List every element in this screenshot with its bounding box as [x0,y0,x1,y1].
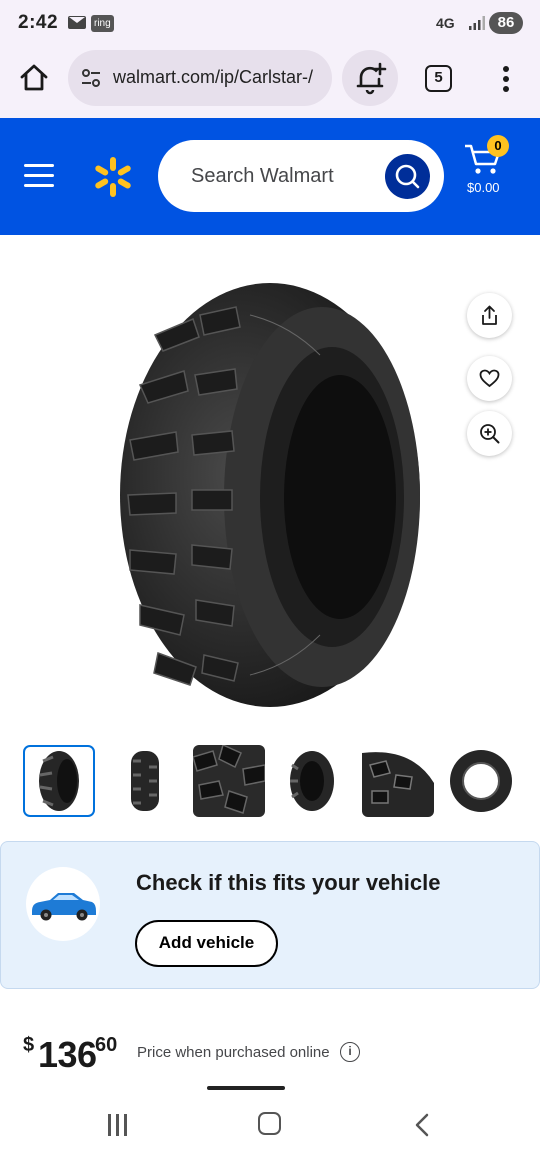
zoom-button[interactable] [467,411,512,456]
share-icon [482,305,497,325]
thumbnail-4[interactable] [278,745,350,817]
cart-count-badge: 0 [487,135,509,157]
vehicle-fitment-card: Check if this fits your vehicle Add vehi… [0,841,540,989]
browser-toolbar: walmart.com/ip/Carlstar-/ 5 [0,48,540,118]
share-button[interactable] [467,293,512,338]
battery-indicator: 86 [489,12,523,34]
browser-menu-icon[interactable] [494,64,518,94]
thumbnail-3[interactable] [193,745,265,817]
hamburger-menu-icon[interactable] [24,164,54,188]
search-placeholder: Search Walmart [191,165,334,187]
walmart-spark-logo[interactable] [92,156,134,198]
thumbnail-1[interactable] [23,745,95,817]
status-time: 2:42 [18,12,59,33]
price-currency: $ [23,1034,35,1056]
back-icon[interactable] [412,1112,432,1138]
bell-plus-icon [356,62,387,95]
network-type: 4G [436,15,455,31]
heart-icon [479,369,500,388]
price-note: Price when purchased online [137,1044,330,1061]
search-input[interactable]: Search Walmart [158,140,444,212]
search-button[interactable] [385,154,430,199]
product-image-tire[interactable] [100,275,430,715]
site-settings-icon[interactable] [80,67,102,89]
fitment-title: Check if this fits your vehicle [136,870,441,895]
thumbnail-2[interactable] [109,745,181,817]
search-icon [395,164,420,189]
home-icon[interactable] [18,62,50,94]
product-image-area [0,235,540,735]
system-home-icon[interactable] [258,1112,281,1135]
car-icon-container [26,867,100,941]
ring-notification-icon: ring [91,15,114,32]
walmart-header: Search Walmart 0 $0.00 [0,118,540,235]
scroll-indicator [207,1086,285,1090]
thumbnail-5[interactable] [362,745,434,817]
signal-icon [469,16,485,30]
url-text: walmart.com/ip/Carlstar-/ [113,67,314,87]
zoom-in-icon [480,424,500,444]
thumbnail-strip [0,745,540,819]
price-cents: 60 [95,1034,118,1056]
cart-total: $0.00 [467,180,500,195]
status-bar: 2:42 ring 4G 86 [0,0,540,48]
recent-apps-icon[interactable] [106,1114,130,1136]
address-bar[interactable]: walmart.com/ip/Carlstar-/ [68,50,332,106]
thumbnail-6[interactable] [447,745,519,817]
system-navigation-bar [0,1092,540,1158]
price-section: $ 136 60 Price when purchased online i [0,1030,540,1080]
favorite-button[interactable] [467,356,512,401]
add-vehicle-button[interactable]: Add vehicle [135,920,278,967]
notification-bell-button[interactable] [342,50,398,106]
info-icon[interactable]: i [340,1042,360,1062]
tab-switcher-button[interactable]: 5 [425,65,452,92]
car-icon [32,893,96,921]
mail-icon [68,16,86,29]
price-dollars: 136 [38,1034,97,1075]
